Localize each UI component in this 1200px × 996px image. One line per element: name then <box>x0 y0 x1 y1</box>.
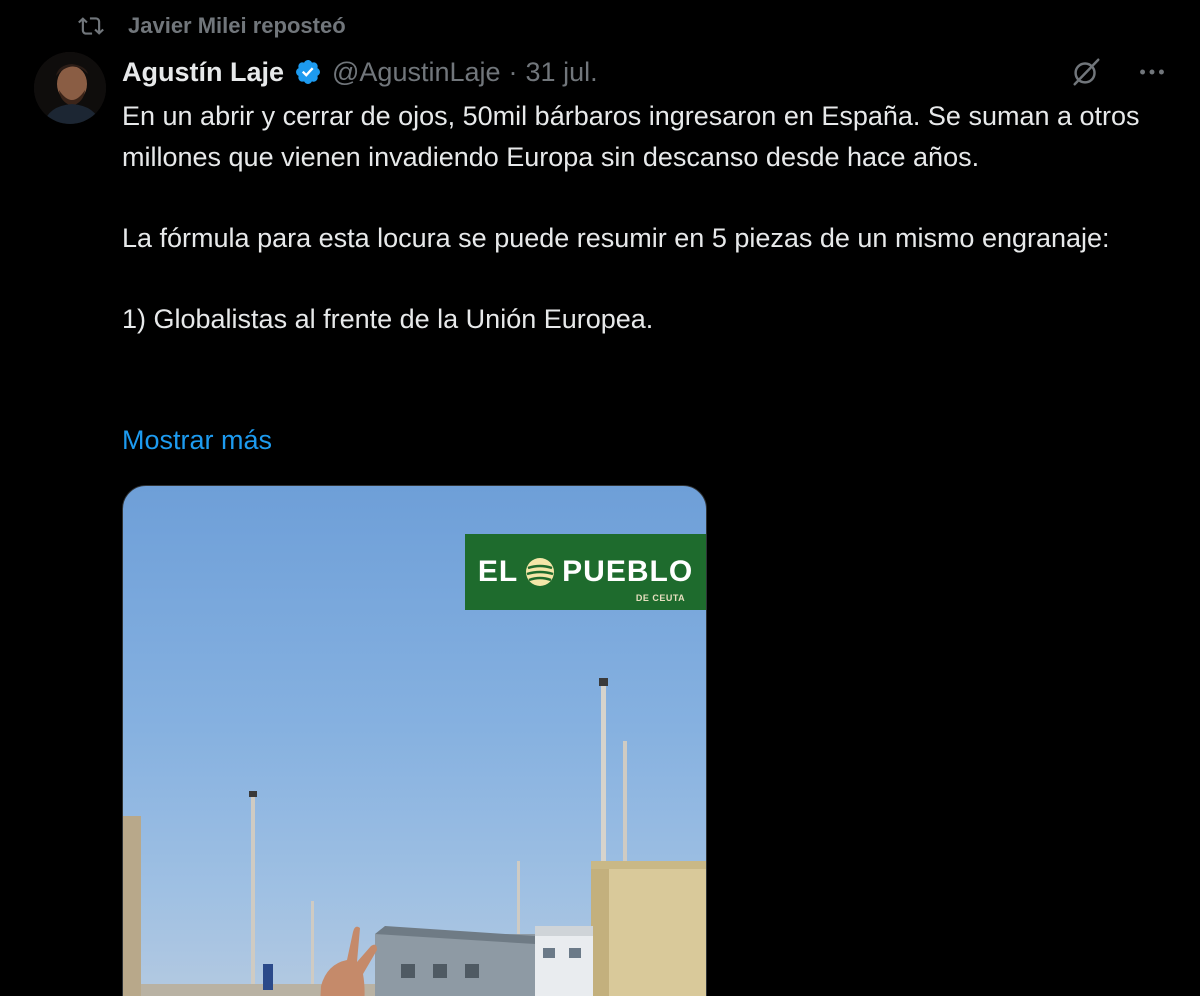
more-options-icon[interactable] <box>1134 54 1170 90</box>
el-pueblo-logo: EL PUEBLO DE CEUTA <box>465 534 706 610</box>
avatar[interactable] <box>34 52 106 124</box>
tweet-text: En un abrir y cerrar de ojos, 50mil bárb… <box>122 96 1172 339</box>
author-handle[interactable]: @AgustinLaje <box>332 57 501 88</box>
tweet-date[interactable]: 31 jul. <box>526 57 598 88</box>
verified-badge-icon[interactable] <box>294 58 322 86</box>
tweet-media-video[interactable]: EL PUEBLO DE CEUTA <box>122 485 707 996</box>
tweet-paragraph: La fórmula para esta locura se puede res… <box>122 222 1110 253</box>
logo-subtitle: DE CEUTA <box>635 593 686 603</box>
tweet-paragraph: 1) Globalistas al frente de la Unión Eur… <box>122 303 654 334</box>
separator-dot: · <box>508 56 518 87</box>
repost-icon <box>78 13 104 39</box>
logo-text-left: EL <box>477 555 519 588</box>
tweet-paragraph: En un abrir y cerrar de ojos, 50mil bárb… <box>122 101 1140 172</box>
author-name[interactable]: Agustín Laje <box>122 57 284 88</box>
tweet-header: Agustín Laje @AgustinLaje · 31 jul. <box>122 52 598 92</box>
show-more-link[interactable]: Mostrar más <box>122 420 272 460</box>
logo-text-right: PUEBLO <box>562 555 694 588</box>
repost-indicator[interactable]: Javier Milei reposteó <box>78 8 346 44</box>
repost-label: Javier Milei reposteó <box>128 13 346 38</box>
tweet-top-actions <box>1068 54 1170 90</box>
globe-icon <box>524 556 556 588</box>
grok-icon[interactable] <box>1068 54 1104 90</box>
